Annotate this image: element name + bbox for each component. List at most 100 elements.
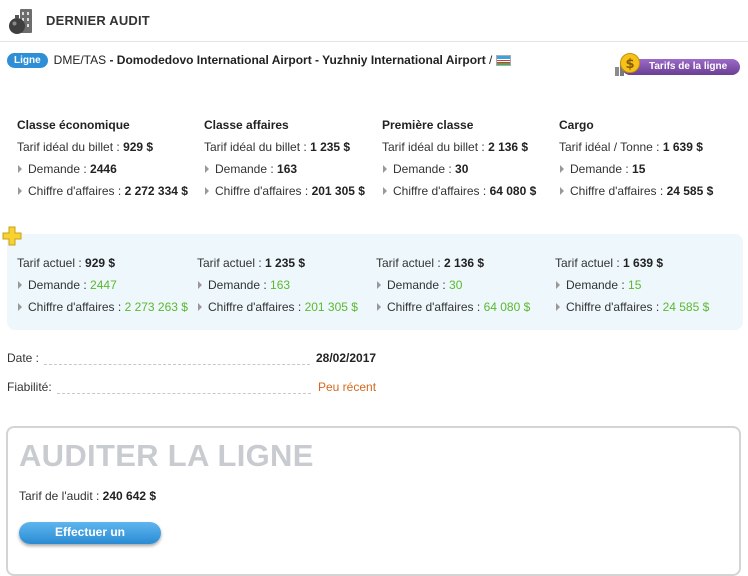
revenue-value: 24 585 $	[666, 184, 714, 198]
current-tarif-row: Tarif actuel : 929 $	[17, 252, 188, 274]
class-title: Classe affaires	[204, 118, 289, 132]
current-tarif-label: Tarif actuel :	[197, 256, 266, 270]
revenue-row: Chiffre d'affaires : 24 585 $	[559, 180, 713, 202]
header-title: DERNIER AUDIT	[46, 13, 150, 28]
ideal-tarif-value: 1 235 $	[310, 140, 351, 154]
ideal-tarif-row: Tarif idéal du billet : 2 136 $	[382, 136, 536, 158]
revenue-value: 24 585 $	[662, 300, 710, 314]
revenue-label: Chiffre d'affaires :	[215, 184, 312, 198]
class-cargo: Cargo Tarif idéal / Tonne : 1 639 $ Dema…	[559, 114, 713, 202]
route-sep: -	[106, 53, 117, 67]
demand-row: Demande : 163	[197, 274, 358, 296]
revenue-row: Chiffre d'affaires : 2 273 263 $	[17, 296, 188, 318]
route-badge: Ligne	[7, 52, 48, 68]
revenue-label: Chiffre d'affaires :	[566, 300, 663, 314]
demand-label: Demande :	[28, 162, 91, 176]
audit-button-label: Effectuer un	[54, 525, 125, 539]
audit-tarif-label: Tarif de l'audit :	[19, 489, 103, 503]
demand-value: 15	[628, 278, 642, 292]
date-value: 28/02/2017	[316, 351, 377, 365]
ideal-tarif-row: Tarif idéal du billet : 1 235 $	[204, 136, 365, 158]
current-tarif-row: Tarif actuel : 1 235 $	[197, 252, 358, 274]
revenue-label: Chiffre d'affaires :	[28, 300, 125, 314]
demand-row: Demande : 30	[382, 158, 536, 180]
audit-title: AUDITER LA LIGNE	[19, 438, 314, 473]
revenue-value: 2 273 263 $	[124, 300, 188, 314]
triangle-right-icon	[556, 303, 560, 311]
demand-label: Demande :	[28, 278, 91, 292]
class-business: Classe affaires Tarif idéal du billet : …	[204, 114, 365, 202]
triangle-right-icon	[18, 165, 22, 173]
triangle-right-icon	[560, 165, 564, 173]
revenue-label: Chiffre d'affaires :	[570, 184, 667, 198]
demand-row: Demande : 15	[559, 158, 713, 180]
revenue-value: 2 272 334 $	[124, 184, 188, 198]
demand-value: 2446	[90, 162, 117, 176]
tarifs-de-la-ligne-button[interactable]: Tarifs de la ligne $	[614, 51, 740, 77]
revenue-row: Chiffre d'affaires : 2 272 334 $	[17, 180, 188, 202]
plus-icon	[2, 226, 22, 246]
audit-button-label-line2: audit	[75, 552, 105, 566]
demand-row: Demande : 163	[204, 158, 365, 180]
route-destination: Yuzhniy International Airport	[322, 53, 486, 67]
route-slash: /	[485, 53, 493, 67]
dollar-chart-icon: $	[615, 53, 640, 76]
route-origin: Domodedovo International Airport	[116, 53, 312, 67]
uzbekistan-flag-icon	[496, 54, 512, 66]
current-tarif-row: Tarif actuel : 1 639 $	[555, 252, 709, 274]
class-title: Cargo	[559, 118, 594, 132]
revenue-label: Chiffre d'affaires :	[208, 300, 305, 314]
current-first: Tarif actuel : 2 136 $ Demande : 30 Chif…	[376, 252, 530, 318]
reliability-label: Fiabilité:	[7, 380, 52, 394]
current-tarif-label: Tarif actuel :	[376, 256, 445, 270]
ideal-tarif-value: 929 $	[123, 140, 154, 154]
triangle-right-icon	[383, 165, 387, 173]
current-tarif-label: Tarif actuel :	[17, 256, 86, 270]
current-tarif-label: Tarif actuel :	[555, 256, 624, 270]
svg-text:$: $	[625, 57, 634, 72]
revenue-value: 64 080 $	[489, 184, 537, 198]
date-label: Date :	[7, 351, 40, 365]
revenue-label: Chiffre d'affaires :	[393, 184, 490, 198]
ideal-tarif-value: 2 136 $	[488, 140, 529, 154]
revenue-row: Chiffre d'affaires : 64 080 $	[382, 180, 536, 202]
revenue-value: 201 305 $	[304, 300, 358, 314]
current-tarif-value: 929 $	[85, 256, 116, 270]
audit-tarif: Tarif de l'audit : 240 642 $	[19, 489, 156, 503]
revenue-value: 201 305 $	[311, 184, 365, 198]
demand-value: 163	[270, 278, 291, 292]
revenue-row: Chiffre d'affaires : 64 080 $	[376, 296, 530, 318]
route-line: Ligne DME/TAS - Domodedovo International…	[7, 52, 512, 68]
demand-label: Demande :	[387, 278, 450, 292]
perform-audit-button[interactable]: Effectuer un audit	[19, 522, 161, 566]
route-sep2: -	[311, 53, 323, 67]
current-tarif-value: 1 639 $	[623, 256, 664, 270]
demand-value: 15	[632, 162, 646, 176]
triangle-right-icon	[18, 281, 22, 289]
demand-label: Demande :	[570, 162, 633, 176]
ideal-tarif-row: Tarif idéal / Tonne : 1 639 $	[559, 136, 713, 158]
triangle-right-icon	[198, 303, 202, 311]
ideal-tarif-label: Tarif idéal du billet :	[17, 140, 124, 154]
revenue-value: 64 080 $	[483, 300, 531, 314]
bomb-building-icon	[9, 9, 32, 34]
demand-row: Demande : 30	[376, 274, 530, 296]
triangle-right-icon	[383, 187, 387, 195]
demand-label: Demande :	[393, 162, 456, 176]
ideal-tarif-label: Tarif idéal du billet :	[382, 140, 489, 154]
route-codes: DME/TAS	[53, 53, 107, 67]
demand-value: 30	[449, 278, 463, 292]
route-description: DME/TAS - Domodedovo International Airpo…	[54, 53, 493, 67]
class-title: Première classe	[382, 118, 474, 132]
demand-label: Demande :	[215, 162, 278, 176]
ideal-tarif-label: Tarif idéal du billet :	[204, 140, 311, 154]
reliability-value: Peu récent	[318, 380, 377, 394]
triangle-right-icon	[560, 187, 564, 195]
audit-line-box: AUDITER LA LIGNE Tarif de l'audit : 240 …	[6, 426, 741, 576]
current-cargo: Tarif actuel : 1 639 $ Demande : 15 Chif…	[555, 252, 709, 318]
revenue-label: Chiffre d'affaires :	[387, 300, 484, 314]
current-tarif-row: Tarif actuel : 2 136 $	[376, 252, 530, 274]
demand-row: Demande : 15	[555, 274, 709, 296]
triangle-right-icon	[18, 303, 22, 311]
revenue-label: Chiffre d'affaires :	[28, 184, 125, 198]
